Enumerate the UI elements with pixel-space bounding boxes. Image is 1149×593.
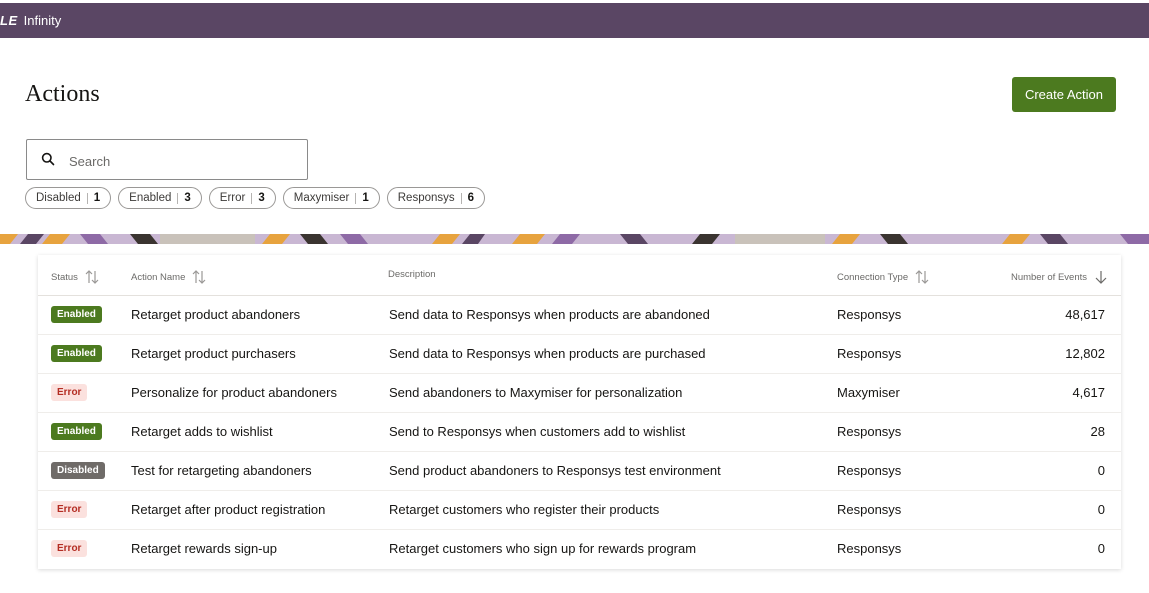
status-badge: Error — [51, 384, 88, 401]
search-input[interactable] — [67, 148, 301, 174]
actions-table: Status Action Name Description Connectio… — [38, 255, 1121, 569]
col-label: Status — [51, 271, 78, 283]
connection-type: Responsys — [837, 307, 902, 322]
top-bar: LE Infinity — [0, 3, 1149, 38]
event-count: 0 — [1097, 541, 1105, 556]
connection-type: Responsys — [837, 502, 902, 517]
table-header: Status Action Name Description Connectio… — [38, 255, 1121, 296]
app-name: Infinity — [23, 13, 62, 28]
chip-count: 6 — [467, 192, 475, 204]
filter-chip-responsys[interactable]: Responsys 6 — [386, 187, 486, 209]
connection-type: Responsys — [837, 463, 902, 478]
chip-label: Disabled — [36, 192, 81, 204]
chip-count: 3 — [258, 192, 265, 204]
chip-count: 3 — [184, 192, 191, 204]
create-action-button[interactable]: Create Action — [1012, 77, 1116, 112]
action-name[interactable]: Retarget rewards sign-up — [131, 541, 277, 556]
col-number-of-events[interactable]: Number of Events — [1011, 269, 1109, 285]
chip-count: 1 — [93, 192, 101, 204]
search-icon — [41, 152, 55, 166]
status-badge: Error — [51, 501, 88, 518]
description: Send product abandoners to Responsys tes… — [389, 463, 721, 478]
table-row[interactable]: Error Personalize for product abandoners… — [38, 373, 1121, 413]
event-count: 28 — [1090, 424, 1105, 439]
chip-label: Responsys — [397, 192, 455, 204]
event-count: 0 — [1097, 502, 1105, 517]
chip-label: Maxymiser — [293, 192, 350, 204]
connection-type: Responsys — [837, 346, 902, 361]
action-name[interactable]: Retarget product abandoners — [131, 307, 300, 322]
col-label: Connection Type — [837, 271, 909, 283]
sort-icon[interactable] — [914, 269, 930, 285]
table-row[interactable]: Error Retarget rewards sign-up Retarget … — [38, 529, 1121, 568]
description: Send data to Responsys when products are… — [389, 346, 706, 361]
description: Send to Responsys when customers add to … — [389, 424, 686, 439]
page-title: Actions — [25, 81, 100, 107]
chip-count: 1 — [362, 192, 369, 204]
sort-icon[interactable] — [84, 269, 100, 285]
col-status[interactable]: Status — [51, 269, 100, 285]
action-name[interactable]: Retarget product purchasers — [131, 346, 296, 361]
table-row[interactable]: Error Retarget after product registratio… — [38, 490, 1121, 530]
col-connection-type[interactable]: Connection Type — [837, 269, 930, 285]
connection-type: Responsys — [837, 424, 902, 439]
status-badge: Error — [51, 540, 88, 557]
search-box[interactable] — [26, 139, 308, 180]
status-badge: Enabled — [51, 306, 102, 323]
chip-divider — [86, 192, 88, 204]
status-badge: Disabled — [51, 462, 105, 479]
status-badge: Enabled — [51, 345, 102, 362]
status-badge: Enabled — [51, 423, 102, 440]
sort-icon[interactable] — [191, 269, 207, 285]
col-description: Description — [388, 269, 436, 280]
col-label: Action Name — [131, 271, 186, 283]
chip-label: Enabled — [129, 192, 172, 204]
description: Retarget customers who sign up for rewar… — [389, 541, 697, 556]
table-row[interactable]: Enabled Retarget adds to wishlist Send t… — [38, 412, 1121, 452]
chip-divider — [460, 192, 462, 204]
action-name[interactable]: Retarget adds to wishlist — [131, 424, 273, 439]
action-name[interactable]: Retarget after product registration — [131, 502, 325, 517]
decorative-banner — [0, 234, 1149, 244]
table-row[interactable]: Disabled Test for retargeting abandoners… — [38, 451, 1121, 491]
event-count: 0 — [1097, 463, 1105, 478]
description: Send abandoners to Maxymiser for persona… — [389, 385, 683, 400]
filter-chip-disabled[interactable]: Disabled 1 — [25, 187, 112, 209]
connection-type: Maxymiser — [837, 385, 900, 400]
filter-chip-enabled[interactable]: Enabled 3 — [118, 187, 202, 209]
event-count: 4,617 — [1072, 385, 1105, 400]
table-row[interactable]: Enabled Retarget product abandoners Send… — [38, 295, 1121, 335]
brand[interactable]: LE Infinity — [0, 13, 61, 28]
col-label: Number of Events — [1010, 271, 1087, 283]
chip-divider — [355, 192, 357, 204]
description: Send data to Responsys when products are… — [389, 307, 710, 322]
chip-divider — [251, 192, 253, 204]
connection-type: Responsys — [837, 541, 902, 556]
chip-label: Error — [219, 192, 246, 204]
chip-divider — [177, 192, 179, 204]
col-action-name[interactable]: Action Name — [131, 269, 207, 285]
logo: LE — [0, 13, 18, 28]
filter-chips: Disabled 1 Enabled 3 Error 3 Maxymiser 1 Res… — [25, 187, 486, 209]
filter-chip-error[interactable]: Error 3 — [208, 187, 276, 209]
sort-down-icon[interactable] — [1093, 269, 1109, 285]
action-name[interactable]: Test for retargeting abandoners — [131, 463, 312, 478]
col-label: Description — [388, 269, 436, 280]
event-count: 48,617 — [1065, 307, 1105, 322]
description: Retarget customers who register their pr… — [389, 502, 660, 517]
filter-chip-maxymiser[interactable]: Maxymiser 1 — [282, 187, 380, 209]
action-name[interactable]: Personalize for product abandoners — [131, 385, 337, 400]
table-row[interactable]: Enabled Retarget product purchasers Send… — [38, 334, 1121, 374]
event-count: 12,802 — [1065, 346, 1105, 361]
